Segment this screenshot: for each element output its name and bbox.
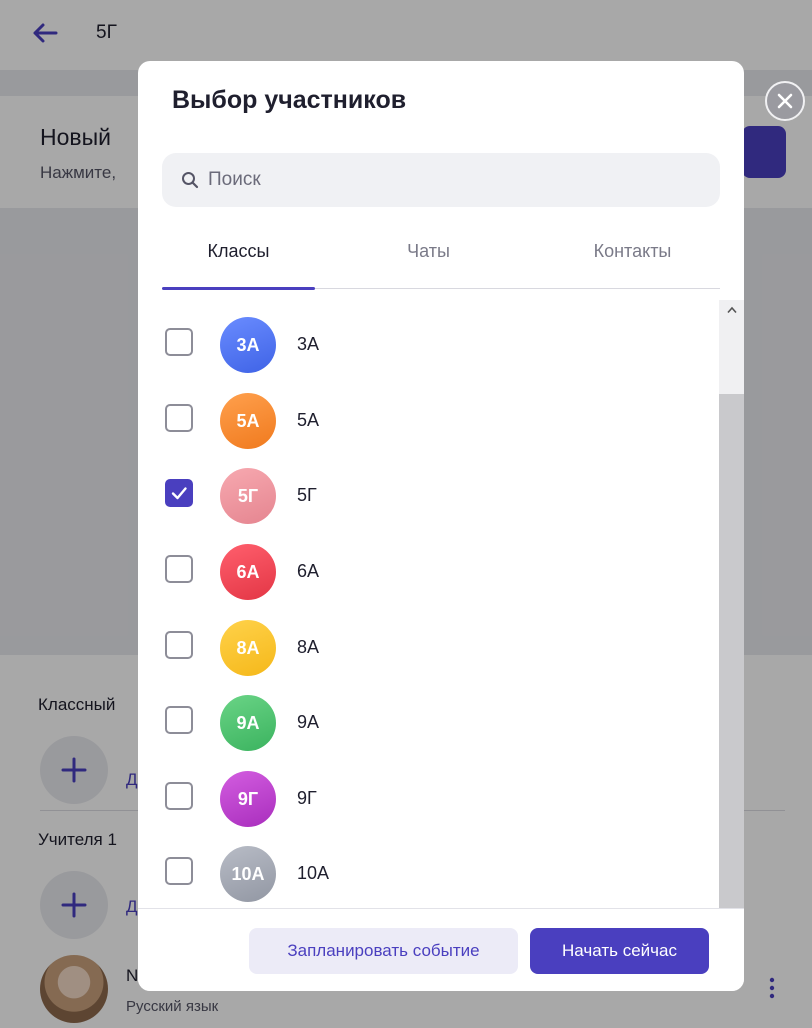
class-name: 10А	[297, 863, 330, 883]
class-avatar: 3А	[220, 317, 276, 373]
class-list-item[interactable]: 10А 10А	[138, 834, 718, 908]
scroll-up-icon[interactable]	[727, 306, 737, 314]
search-box[interactable]	[162, 153, 720, 207]
class-name: 9Г	[297, 788, 317, 808]
class-name: 6А	[297, 561, 320, 581]
class-list-item[interactable]: 9А 9А	[138, 683, 718, 759]
checkbox[interactable]	[165, 706, 193, 734]
check-icon	[171, 487, 187, 500]
checkbox[interactable]	[165, 857, 193, 885]
class-list-item[interactable]: 5А 5А	[138, 381, 718, 457]
close-icon	[777, 93, 793, 109]
class-avatar: 6А	[220, 544, 276, 600]
close-button[interactable]	[765, 81, 805, 121]
checkbox[interactable]	[165, 328, 193, 356]
class-name: 9А	[297, 712, 320, 732]
checkbox[interactable]	[165, 479, 193, 507]
checkbox[interactable]	[165, 782, 193, 810]
start-now-button[interactable]: Начать сейчас	[530, 928, 709, 974]
class-list-item[interactable]: 5Г 5Г	[138, 456, 718, 532]
tab-chats-label: Чаты	[407, 241, 450, 261]
class-name: 8А	[297, 637, 320, 657]
search-icon	[182, 172, 199, 189]
class-list: 3А 3А 5А 5А 5Г 5Г 6А 6А 8А 8А 9А 9А 9Г 9Г 10А 10А	[138, 291, 744, 908]
class-avatar: 8А	[220, 620, 276, 676]
tab-classes-label: Классы	[207, 241, 270, 261]
class-avatar: 10А	[220, 846, 276, 902]
dialog-title: Выбор участников	[172, 86, 407, 114]
scrollbar-thumb[interactable]	[719, 394, 744, 908]
class-avatar: 9Г	[220, 771, 276, 827]
class-avatar: 5Г	[220, 468, 276, 524]
checkbox[interactable]	[165, 555, 193, 583]
class-name: 3А	[297, 334, 320, 354]
active-tab-indicator	[162, 287, 315, 290]
tab-contacts[interactable]: Контакты	[556, 241, 709, 285]
class-name: 5А	[297, 410, 320, 430]
tab-classes[interactable]: Классы	[162, 241, 315, 290]
class-list-item[interactable]: 8А 8А	[138, 608, 718, 684]
class-avatar: 9А	[220, 695, 276, 751]
class-name: 5Г	[297, 485, 317, 505]
tab-chats[interactable]: Чаты	[352, 241, 505, 285]
tabs: Классы Чаты Контакты	[162, 231, 720, 290]
class-avatar: 5А	[220, 393, 276, 449]
checkbox[interactable]	[165, 631, 193, 659]
select-participants-dialog: Выбор участников Классы Чаты Контакты 3А…	[138, 61, 744, 991]
scrollbar[interactable]	[719, 300, 744, 908]
class-list-item[interactable]: 6А 6А	[138, 532, 718, 608]
tab-contacts-label: Контакты	[593, 241, 672, 261]
checkbox[interactable]	[165, 404, 193, 432]
class-list-item[interactable]: 9Г 9Г	[138, 759, 718, 835]
dialog-footer: Запланировать событие Начать сейчас	[138, 908, 744, 991]
schedule-event-button[interactable]: Запланировать событие	[249, 928, 518, 974]
class-list-item[interactable]: 3А 3А	[138, 305, 718, 381]
search-input[interactable]	[208, 169, 688, 191]
